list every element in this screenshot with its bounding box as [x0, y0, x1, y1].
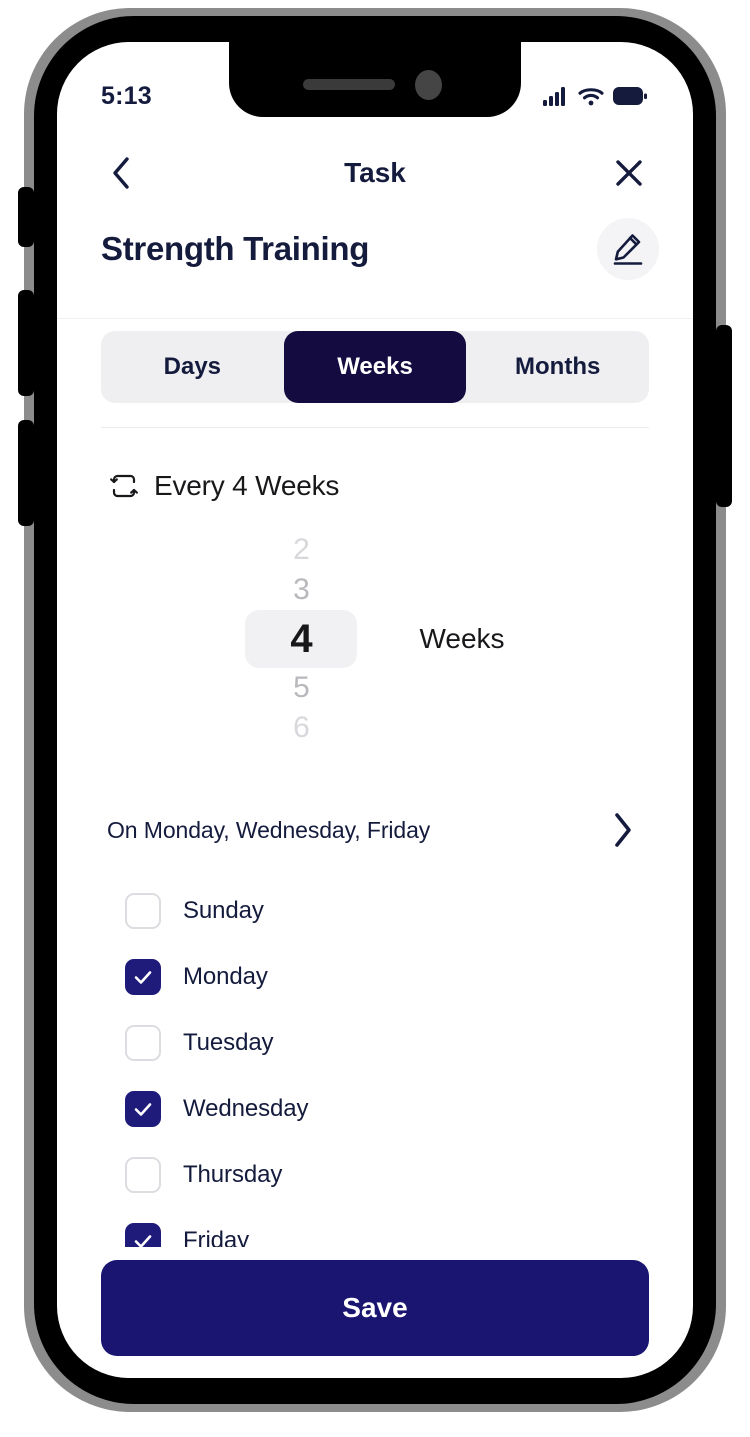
- day-label-thursday: Thursday: [183, 1161, 283, 1188]
- battery-full-icon: [613, 87, 647, 105]
- power-button[interactable]: [716, 325, 732, 507]
- tab-months[interactable]: Months: [466, 331, 649, 403]
- chevron-left-icon: [113, 157, 129, 189]
- close-button[interactable]: [609, 153, 649, 193]
- picker-option-selected[interactable]: 4: [245, 610, 358, 668]
- earpiece-speaker: [303, 79, 395, 90]
- task-name: Strength Training: [101, 230, 370, 267]
- picker-option-5[interactable]: 6: [245, 708, 357, 748]
- nav-bar: Task: [57, 142, 693, 204]
- day-label-sunday: Sunday: [183, 897, 264, 924]
- day-label-friday: Friday: [183, 1227, 250, 1247]
- day-row-monday[interactable]: Monday: [125, 944, 649, 1010]
- picker-option-2[interactable]: 3: [245, 570, 357, 610]
- checkbox-sunday[interactable]: [125, 893, 161, 929]
- chevron-right-icon: [615, 813, 631, 847]
- period-segmented-control[interactable]: Days Weeks Months: [101, 331, 649, 403]
- day-label-monday: Monday: [183, 963, 268, 990]
- wifi-icon: [578, 87, 604, 105]
- notch: [229, 42, 521, 117]
- tab-days[interactable]: Days: [101, 331, 284, 403]
- interval-picker-wheel[interactable]: 2 3 4 5 6: [245, 530, 358, 748]
- picker-unit-label: Weeks: [419, 623, 505, 654]
- volume-up-button[interactable]: [18, 290, 34, 396]
- day-label-tuesday: Tuesday: [183, 1029, 274, 1056]
- pencil-edit-icon: [613, 234, 643, 265]
- checkbox-monday[interactable]: [125, 959, 161, 995]
- frequency-summary-text: Every 4 Weeks: [154, 470, 340, 501]
- repeat-icon: [110, 474, 138, 498]
- close-icon: [616, 160, 642, 186]
- task-header: Strength Training: [57, 210, 693, 288]
- picker-option-1[interactable]: 2: [245, 530, 357, 570]
- status-icons: [543, 86, 647, 106]
- check-icon: [134, 971, 152, 984]
- mute-switch-button[interactable]: [18, 187, 34, 247]
- day-row-friday[interactable]: Friday: [125, 1208, 649, 1247]
- volume-down-button[interactable]: [18, 420, 34, 526]
- cellular-signal-icon: [543, 86, 565, 106]
- frequency-summary-row: Every 4 Weeks: [101, 470, 649, 502]
- on-days-summary: On Monday, Wednesday, Friday: [107, 816, 431, 843]
- check-icon: [134, 1235, 152, 1247]
- tab-weeks[interactable]: Weeks: [283, 331, 467, 403]
- checkbox-tuesday[interactable]: [125, 1025, 161, 1061]
- status-time: 5:13: [101, 81, 152, 110]
- section-divider: [101, 427, 649, 428]
- front-camera: [415, 70, 442, 100]
- day-row-sunday[interactable]: Sunday: [125, 878, 649, 944]
- page-title: Task: [344, 157, 406, 188]
- day-label-wednesday: Wednesday: [183, 1095, 309, 1122]
- save-button[interactable]: Save: [101, 1260, 649, 1356]
- edit-task-button[interactable]: [597, 218, 659, 280]
- check-icon: [134, 1103, 152, 1116]
- interval-picker[interactable]: 2 3 4 5 6 Weeks: [101, 530, 649, 748]
- screenshot-root: 5:13 Task Strength Training Days Weeks M…: [0, 0, 750, 1437]
- on-days-row[interactable]: On Monday, Wednesday, Friday: [101, 810, 649, 850]
- phone-screen: 5:13 Task Strength Training Days Weeks M…: [57, 42, 693, 1378]
- day-row-wednesday[interactable]: Wednesday: [125, 1076, 649, 1142]
- day-checkbox-list: Sunday Monday Tuesday Wednesday Thursday…: [101, 878, 649, 1247]
- back-button[interactable]: [101, 153, 141, 193]
- day-row-tuesday[interactable]: Tuesday: [125, 1010, 649, 1076]
- checkbox-thursday[interactable]: [125, 1157, 161, 1193]
- picker-option-4[interactable]: 5: [245, 668, 357, 708]
- recurrence-card[interactable]: Days Weeks Months Every 4 Weeks 2 3 4 5 …: [57, 319, 693, 1247]
- checkbox-wednesday[interactable]: [125, 1091, 161, 1127]
- day-row-thursday[interactable]: Thursday: [125, 1142, 649, 1208]
- checkbox-friday[interactable]: [125, 1223, 161, 1247]
